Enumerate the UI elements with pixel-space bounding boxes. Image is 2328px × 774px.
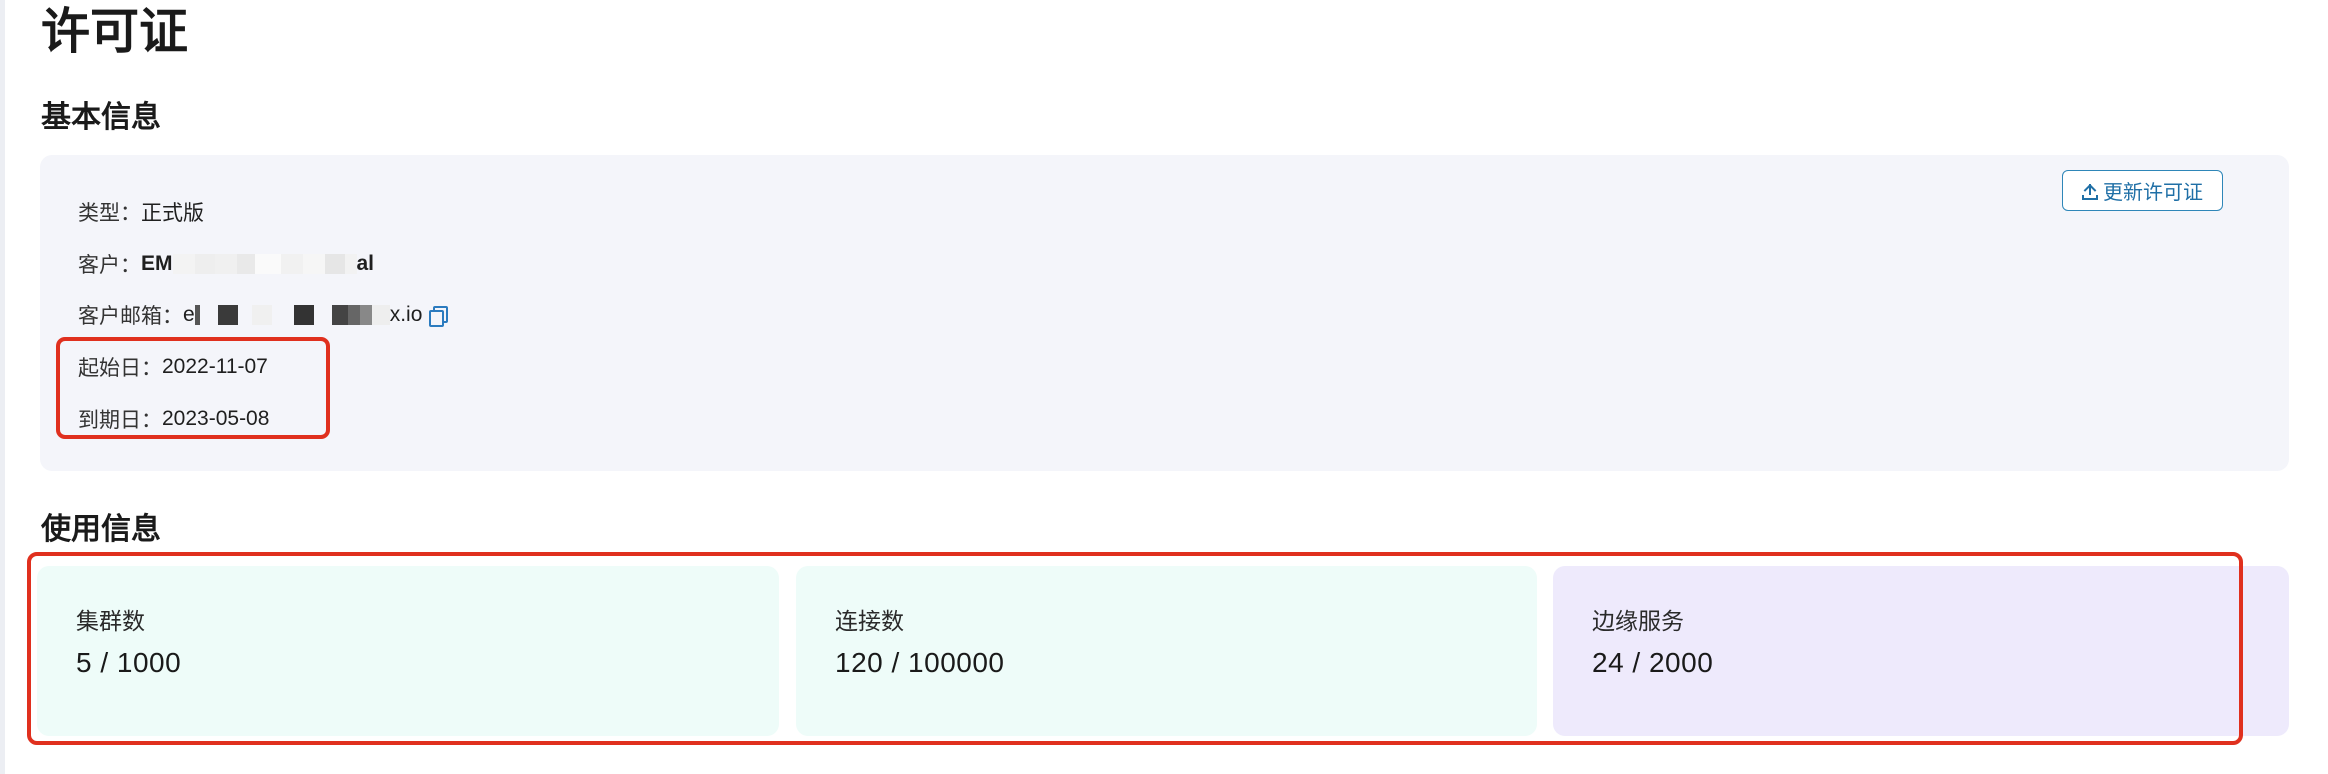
sidebar-edge (0, 0, 5, 774)
edge-service-card: 边缘服务 24 / 2000 (1553, 566, 2289, 736)
start-date-value: 2022-11-07 (162, 355, 268, 378)
redacted-email (194, 305, 390, 325)
update-license-label: 更新许可证 (2103, 182, 2203, 204)
upload-icon (2082, 181, 2098, 201)
usage-info-title: 使用信息 (41, 513, 161, 546)
customer-value-prefix: EM (141, 252, 173, 275)
redacted-customer (172, 254, 357, 274)
update-license-button[interactable]: 更新许可证 (2062, 170, 2223, 211)
customer-label: 客户： (78, 254, 141, 277)
cluster-count-card: 集群数 5 / 1000 (37, 566, 779, 736)
card-value: 5 / 1000 (76, 647, 182, 678)
email-label: 客户邮箱： (78, 305, 183, 328)
basic-info-panel: 类型： 正式版 客户： EM al 客户邮箱： e x.io 起始日： 2022… (40, 155, 2289, 471)
card-label: 边缘服务 (1592, 608, 1684, 634)
customer-value-suffix: al (356, 252, 375, 275)
end-date-label: 到期日： (78, 409, 162, 432)
connection-count-card: 连接数 120 / 100000 (796, 566, 1537, 736)
page-title: 许可证 (41, 5, 189, 59)
card-value: 24 / 2000 (1592, 647, 1714, 678)
copy-icon[interactable] (428, 305, 449, 327)
start-date-label: 起始日： (78, 357, 162, 380)
card-label: 集群数 (76, 608, 145, 634)
card-value: 120 / 100000 (835, 647, 1005, 678)
end-date-value: 2023-05-08 (162, 407, 270, 430)
end-date-row: 到期日： 2023-05-08 (78, 404, 269, 434)
license-type-label: 类型： (78, 202, 141, 225)
email-value-suffix: x.io (389, 303, 423, 326)
email-row: 客户邮箱： e x.io (78, 300, 449, 330)
customer-row: 客户： EM al (78, 249, 374, 279)
start-date-row: 起始日： 2022-11-07 (78, 352, 268, 382)
card-label: 连接数 (835, 608, 904, 634)
basic-info-title: 基本信息 (41, 101, 161, 134)
license-type-row: 类型： 正式版 (78, 197, 204, 227)
email-value-prefix: e (183, 303, 195, 326)
license-type-value: 正式版 (141, 202, 204, 225)
